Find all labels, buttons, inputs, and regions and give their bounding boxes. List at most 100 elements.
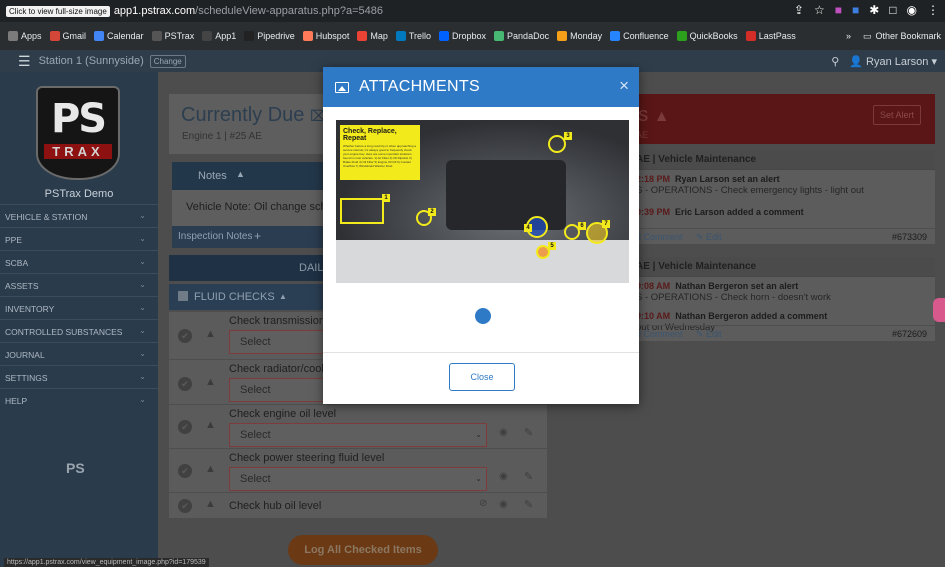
eye-icon[interactable]: ◉ [499, 499, 508, 510]
pencil-icon[interactable]: ✎ [524, 498, 533, 511]
set-alert-button[interactable]: Set Alert [872, 105, 921, 125]
change-station-button[interactable]: Change [149, 54, 186, 68]
bookmark-quickbooks[interactable]: QuickBooks [676, 31, 738, 41]
select-value: Select [240, 384, 271, 396]
extension-icon[interactable]: ■ [835, 3, 842, 17]
sidebar-item-controlled-substances[interactable]: CONTROLLED SUBSTANCES ⌄ [0, 319, 158, 341]
plus-icon[interactable]: + [254, 229, 261, 243]
puzzle-icon[interactable]: ✱ [869, 3, 879, 17]
warning-icon[interactable]: ▲ [205, 376, 216, 388]
check-select[interactable]: Select ⌄ [229, 423, 487, 447]
check-icon[interactable]: ✔ [178, 499, 192, 513]
warning-icon[interactable]: ▲ [205, 328, 216, 340]
sidebar-item-vehicle-station[interactable]: VEHICLE & STATION ⌄ [0, 204, 158, 226]
alert-entry: 9:08 AM Nathan Bergeron set an alert [636, 281, 798, 291]
warning-icon[interactable]: ▲ [205, 419, 216, 431]
bookmark-app1[interactable]: App1 [202, 31, 236, 41]
chevron-down-icon: ⌄ [139, 395, 146, 404]
bookmark-icon [494, 31, 505, 41]
close-button[interactable]: Close [449, 363, 515, 391]
log-all-checked-button[interactable]: Log All Checked Items [288, 535, 438, 565]
bookmark-lastpass[interactable]: LastPass [745, 31, 796, 41]
tab-icon[interactable]: □ [889, 3, 896, 17]
eye-icon[interactable]: ◉ [499, 471, 508, 482]
bookmark-hubspot[interactable]: Hubspot [302, 31, 349, 41]
check-icon[interactable]: ✔ [178, 420, 192, 434]
bookmark-confluence[interactable]: Confluence [610, 31, 669, 41]
alert-text: S - OPERATIONS - Check horn - doesn't wo… [636, 292, 831, 303]
image-caption-text: Whether before a long road trip or when … [343, 144, 416, 168]
sidebar-item-settings[interactable]: SETTINGS ⌄ [0, 365, 158, 387]
bookmark-calendar[interactable]: Calendar [94, 31, 144, 41]
alert-who: Eric Larson added a comment [675, 207, 804, 217]
sidebar-item-help[interactable]: HELP ⌄ [0, 388, 158, 410]
check-icon[interactable]: ✔ [178, 329, 192, 343]
star-icon[interactable]: ☆ [814, 3, 825, 17]
edit-link[interactable]: ✎ Edit [696, 329, 722, 340]
sidebar-item-label: VEHICLE & STATION [5, 212, 88, 222]
carousel-indicator-dot[interactable] [475, 308, 491, 324]
attachments-modal: ATTACHMENTS × Check, Replace, Repeat Whe… [323, 67, 639, 404]
attachment-icon[interactable]: ⊘ [479, 498, 487, 509]
check-label: Check radiator/coolar [229, 363, 334, 375]
edit-link[interactable]: ✎ Edit [696, 232, 722, 243]
bookmark-gmail[interactable]: Gmail [49, 31, 86, 41]
bookmark-pandadoc[interactable]: PandaDoc [494, 31, 549, 41]
bookmark-trello[interactable]: Trello [395, 31, 432, 41]
more-bookmarks-chevron[interactable]: » [846, 31, 851, 41]
section-checkbox[interactable] [178, 291, 188, 301]
sidebar-item-label: PPE [5, 235, 23, 245]
bookmark-label: Trello [408, 31, 432, 41]
pstrax-logo: PS TRAX [36, 86, 120, 180]
address-bar[interactable]: app1.pstrax.com/scheduleView-apparatus.p… [114, 5, 383, 17]
bookmark-dropbox[interactable]: Dropbox [439, 31, 486, 41]
bookmark-icon [676, 31, 687, 41]
other-bookmarks[interactable]: » ▭ Other Bookmark [841, 22, 945, 50]
fullsize-hint[interactable]: Click to view full-size image [6, 5, 110, 17]
alert-time: 0:39 PM [636, 207, 671, 217]
engine-bay-image[interactable]: Check, Replace, Repeat Whether before a … [336, 120, 629, 283]
warning-icon: ▲ [653, 108, 670, 125]
url-host: app1.pstrax.com [113, 5, 196, 17]
eye-icon[interactable]: ◉ [499, 427, 508, 438]
bookmarks-bar: Apps Gmail Calendar PSTrax App1 Pipedrive Hubs… [0, 22, 945, 50]
bookmark-map[interactable]: Map [357, 31, 388, 41]
check-icon[interactable]: ✔ [178, 464, 192, 478]
hamburger-menu-icon[interactable]: ☰ [18, 53, 31, 70]
search-icon[interactable]: ⚲ [831, 56, 839, 68]
warning-icon[interactable]: ▲ [205, 463, 216, 475]
check-select[interactable]: Select ⌄ [229, 467, 487, 491]
add-comment-link[interactable]: d Comment [636, 232, 683, 242]
bookmark-icon [439, 31, 450, 41]
url-path: /scheduleView-apparatus.php?a=5486 [195, 5, 383, 17]
org-name: PSTrax Demo [44, 188, 114, 200]
extension-icon[interactable]: ■ [852, 3, 859, 17]
sidebar-item-assets[interactable]: ASSETS ⌄ [0, 273, 158, 295]
profile-icon[interactable]: ◉ [907, 3, 917, 17]
sidebar-item-journal[interactable]: JOURNAL ⌄ [0, 342, 158, 364]
warning-icon[interactable]: ▲ [205, 498, 216, 510]
pencil-icon[interactable]: ✎ [524, 470, 533, 483]
check-row: ✔ ▲ Check power steering fluid level Select… [169, 448, 547, 492]
sidebar-item-ppe[interactable]: PPE ⌄ [0, 227, 158, 249]
check-row: ✔ ▲ Check engine oil level Select ⌄ ◉ ✎ [169, 404, 547, 448]
bookmark-monday[interactable]: Monday [557, 31, 602, 41]
feedback-tab[interactable] [933, 298, 945, 322]
close-icon[interactable]: × [619, 76, 629, 96]
sidebar-item-scba[interactable]: SCBA ⌄ [0, 250, 158, 272]
pencil-icon[interactable]: ✎ [524, 426, 533, 439]
menu-icon[interactable]: ⋮ [927, 3, 939, 17]
sidebar-item-inventory[interactable]: INVENTORY ⌄ [0, 296, 158, 318]
user-menu[interactable]: ⚲ 👤 Ryan Larson ▾ [831, 55, 937, 68]
check-icon[interactable]: ✔ [178, 377, 192, 391]
bookmark-pstrax[interactable]: PSTrax [151, 31, 194, 41]
bookmark-apps[interactable]: Apps [8, 31, 42, 41]
bookmark-pipedrive[interactable]: Pipedrive [244, 31, 295, 41]
bookmark-icon [8, 31, 18, 41]
add-comment-link[interactable]: d Comment [636, 329, 683, 339]
logo-ps: PS [50, 96, 107, 142]
bookmark-icon [745, 31, 756, 41]
marker-4: 4 [524, 224, 532, 232]
share-icon[interactable]: ⇪ [794, 3, 804, 17]
alert-entry: 2:18 PM Ryan Larson set an alert [636, 174, 780, 184]
